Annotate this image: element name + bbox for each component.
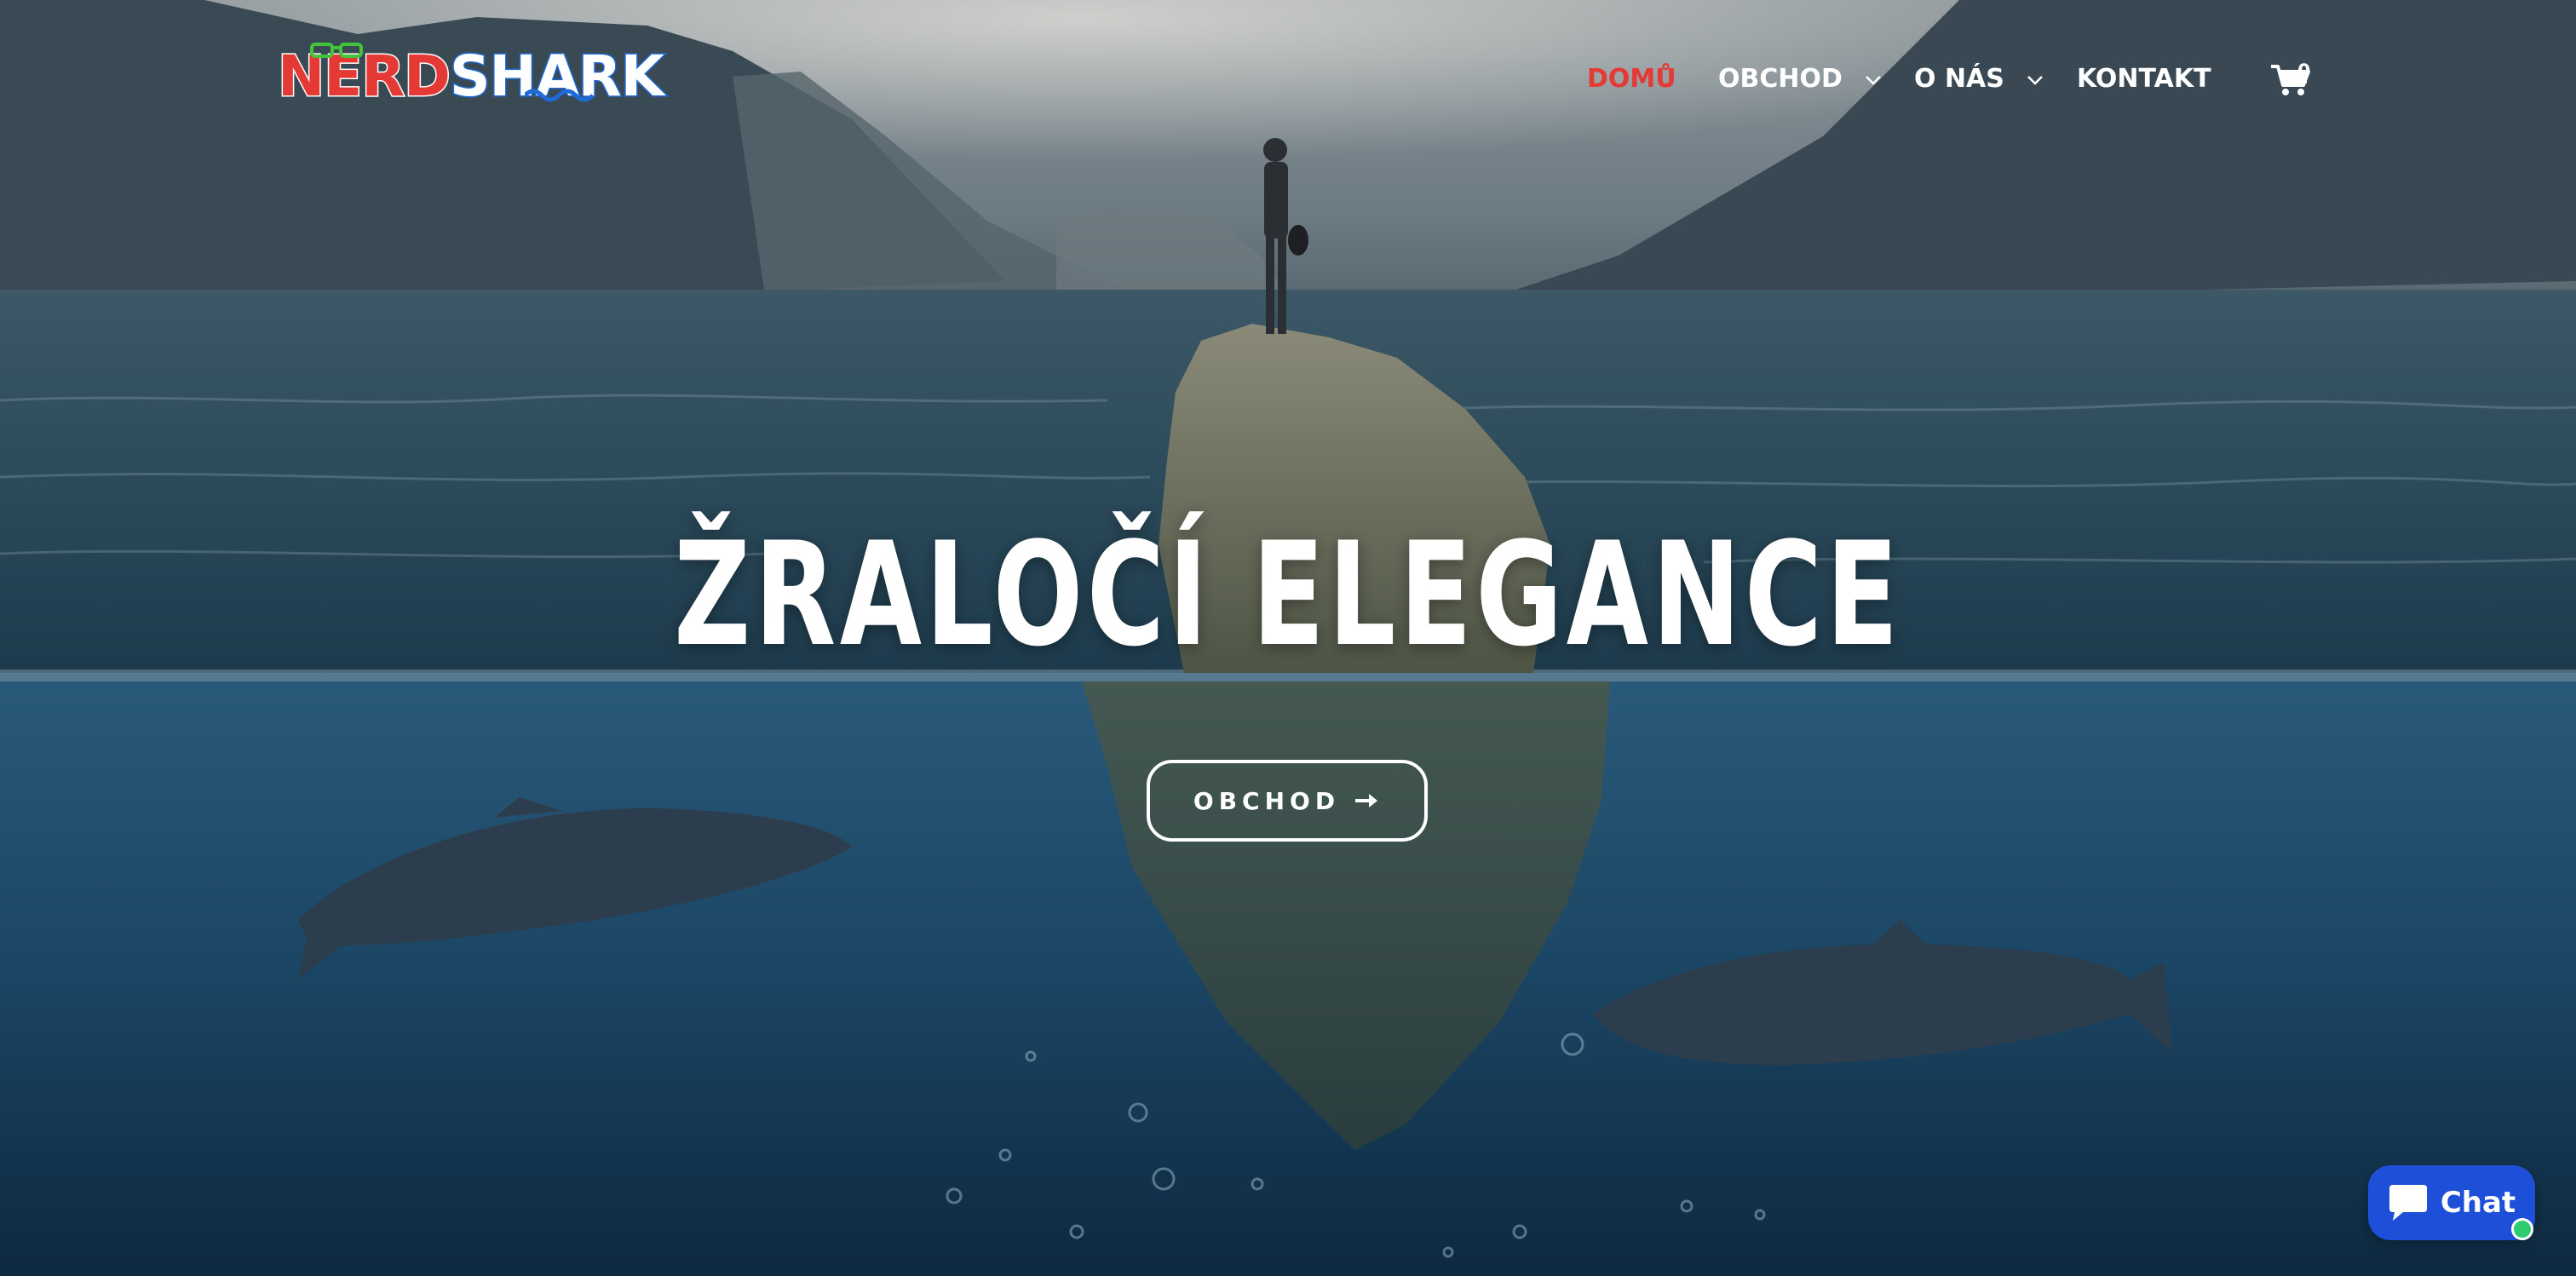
chevron-down-icon bbox=[1866, 75, 1882, 85]
nav-item-contact[interactable]: KONTAKT bbox=[2077, 60, 2211, 99]
chat-button[interactable]: Chat bbox=[2368, 1165, 2535, 1240]
nav-item-label: KONTAKT bbox=[2077, 64, 2211, 94]
chat-bubble-icon bbox=[2389, 1185, 2427, 1221]
cta-label: OBCHOD bbox=[1193, 786, 1341, 815]
main-navigation: DOMŮ OBCHOD O NÁS KONTAKT bbox=[0, 60, 2576, 99]
glasses-icon bbox=[310, 43, 363, 58]
hero-headline: ŽRALOČÍ ELEGANCE bbox=[674, 511, 1902, 678]
nav-item-shop[interactable]: OBCHOD bbox=[1718, 60, 1882, 99]
chevron-down-icon bbox=[2027, 75, 2044, 85]
nav-item-label: OBCHOD bbox=[1718, 64, 1843, 94]
hero-section: NERDSHARK DOMŮ OBCHOD O NÁS KONTAKT 0 ŽR… bbox=[0, 0, 2576, 1276]
nav-item-label: O NÁS bbox=[1914, 64, 2004, 94]
shop-cta-button[interactable]: OBCHOD bbox=[1147, 760, 1428, 842]
cart-count-badge: 0 bbox=[2297, 61, 2311, 83]
online-status-dot bbox=[2511, 1218, 2533, 1240]
chat-label: Chat bbox=[2440, 1186, 2516, 1220]
arrow-right-icon bbox=[1355, 794, 1378, 808]
nav-item-home[interactable]: DOMŮ bbox=[1587, 60, 1676, 99]
nav-item-label: DOMŮ bbox=[1587, 64, 1676, 94]
nav-item-about[interactable]: O NÁS bbox=[1914, 60, 2044, 99]
